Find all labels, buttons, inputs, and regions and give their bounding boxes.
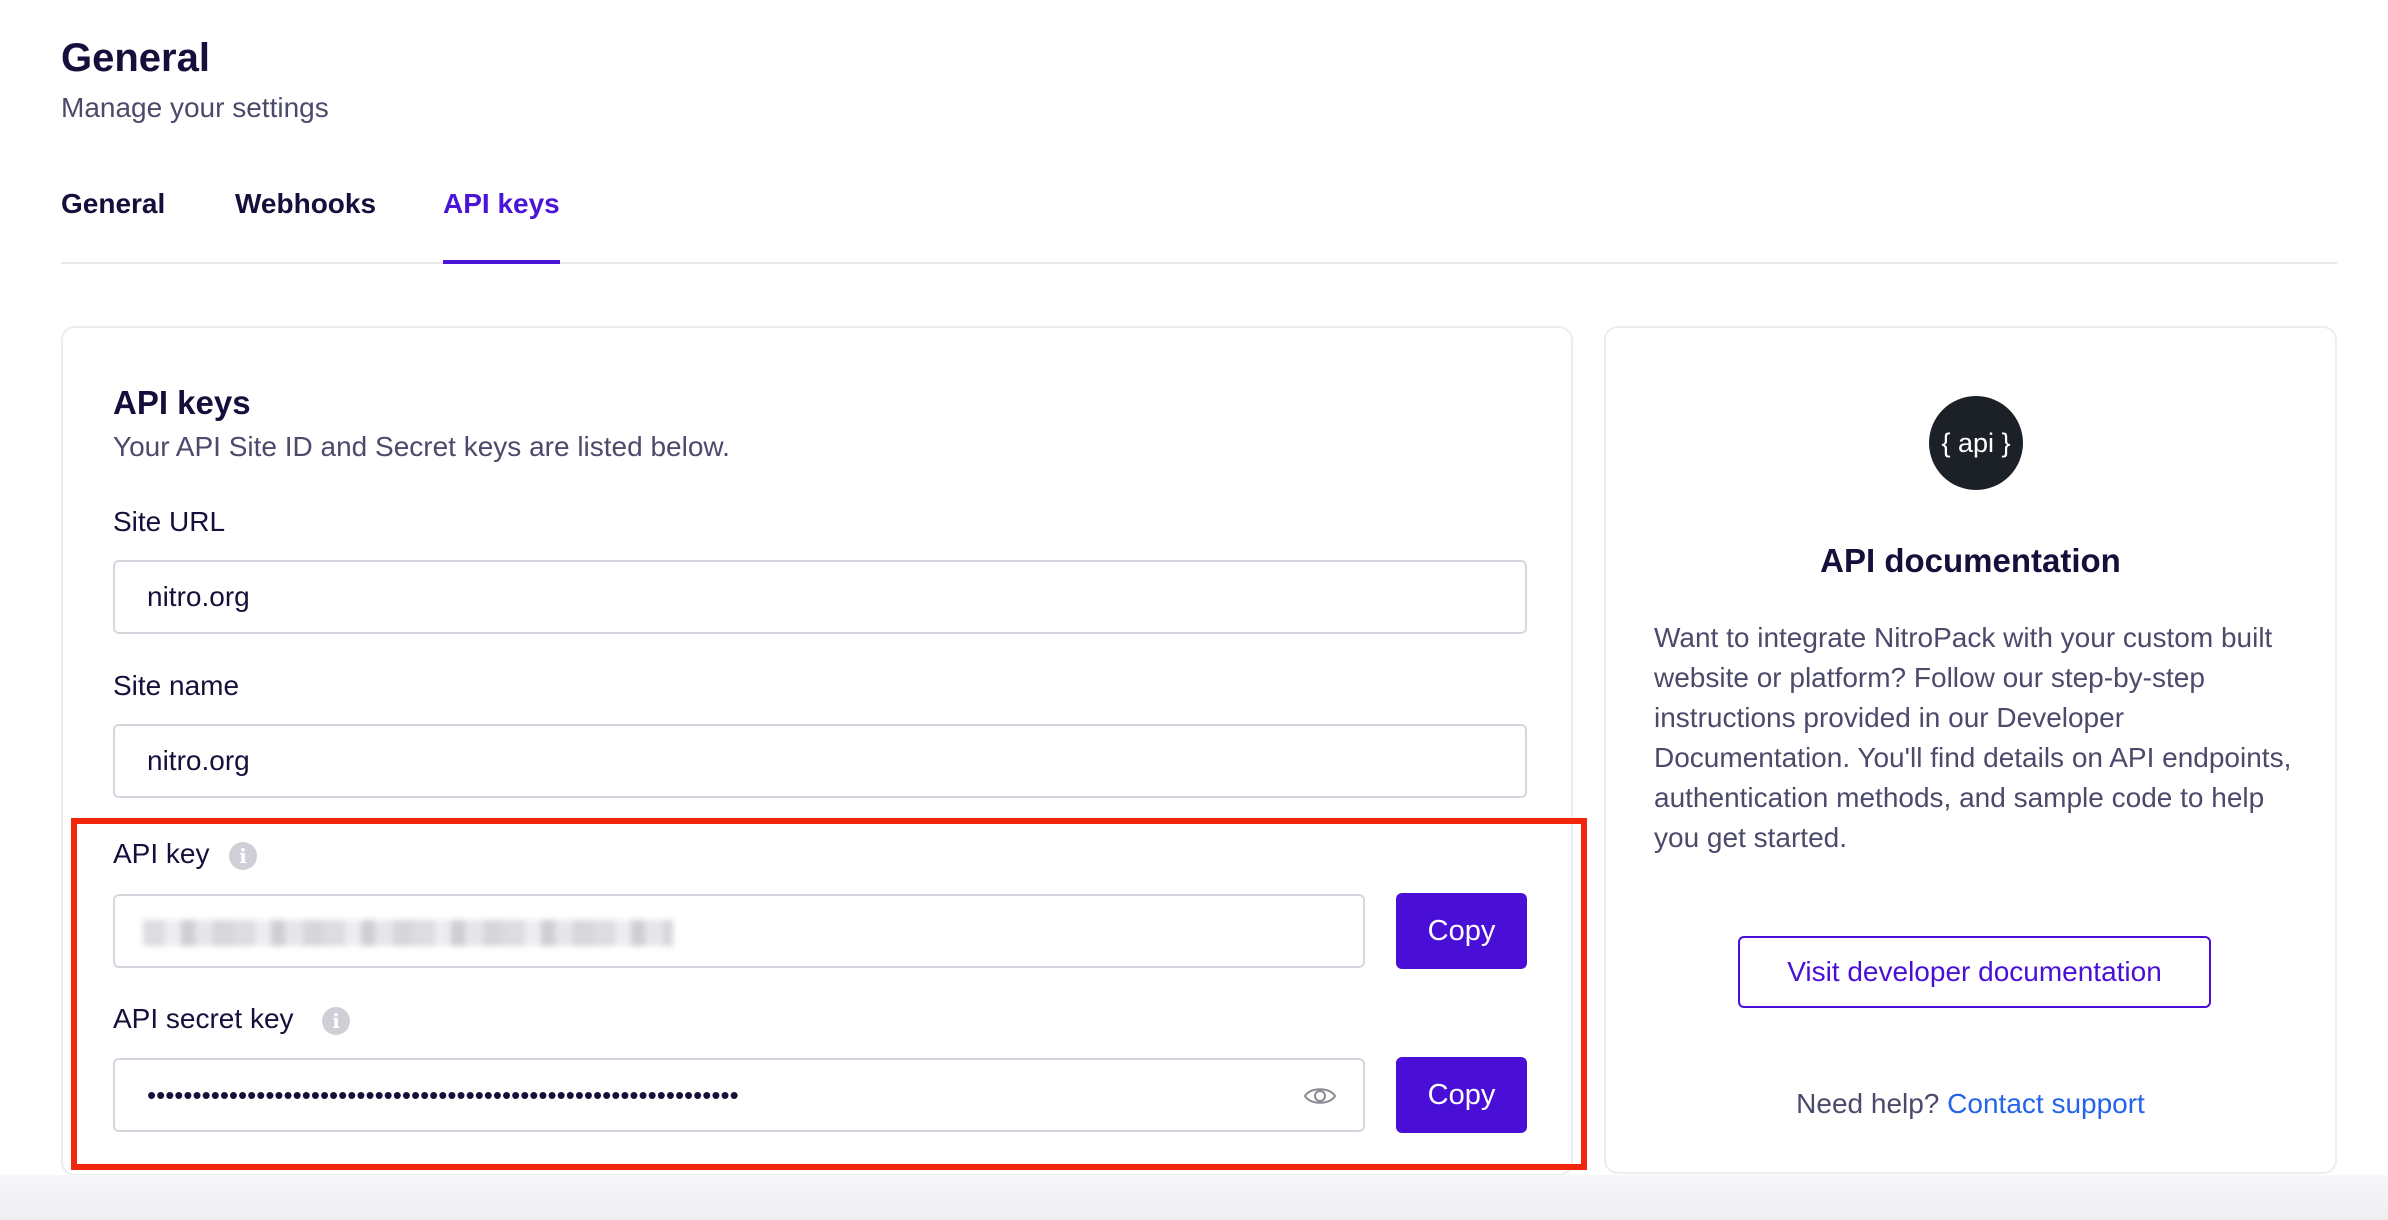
api-documentation-description: Want to integrate NitroPack with your cu… (1654, 622, 2292, 853)
tab-api-keys[interactable]: API keys (443, 188, 560, 264)
site-name-label: Site name (113, 670, 240, 701)
visit-developer-documentation-button[interactable]: Visit developer documentation (1738, 936, 2211, 1008)
contact-support-link[interactable]: Contact support (1947, 1088, 2145, 1119)
eye-icon[interactable] (1303, 1082, 1337, 1110)
page-title: General (61, 36, 210, 80)
api-keys-subtitle: Your API Site ID and Secret keys are lis… (113, 431, 730, 462)
tab-webhooks[interactable]: Webhooks (235, 188, 376, 260)
info-icon[interactable]: i (322, 1007, 350, 1035)
settings-tabs: General Webhooks API keys (61, 188, 2337, 264)
api-documentation-title: API documentation (1820, 542, 2121, 579)
api-secret-key-label: API secret key (113, 1003, 294, 1034)
api-keys-card: API keys Your API Site ID and Secret key… (61, 326, 1573, 1176)
site-name-input[interactable]: nitro.org (113, 724, 1527, 798)
copy-api-secret-key-button[interactable]: Copy (1396, 1057, 1527, 1133)
site-url-label: Site URL (113, 506, 226, 537)
help-row: Need help? Contact support (1606, 1088, 2335, 1120)
site-url-input[interactable]: nitro.org (113, 560, 1527, 634)
bottom-shadow (0, 1175, 2388, 1220)
info-icon[interactable]: i (229, 842, 257, 870)
tab-general[interactable]: General (61, 188, 165, 260)
api-documentation-card: { api } API documentation Want to integr… (1604, 326, 2337, 1174)
api-logo-icon: { api } (1929, 396, 2023, 490)
api-keys-title: API keys (113, 384, 251, 421)
copy-api-key-button[interactable]: Copy (1396, 893, 1527, 969)
page-subtitle: Manage your settings (61, 92, 329, 123)
api-key-input[interactable] (113, 894, 1365, 968)
api-secret-key-input[interactable]: ••••••••••••••••••••••••••••••••••••••••… (113, 1058, 1365, 1132)
api-key-label: API key (113, 838, 210, 869)
help-text: Need help? (1796, 1088, 1948, 1119)
masked-secret-value: ••••••••••••••••••••••••••••••••••••••••… (147, 1079, 739, 1110)
redacted-api-key (143, 920, 673, 946)
